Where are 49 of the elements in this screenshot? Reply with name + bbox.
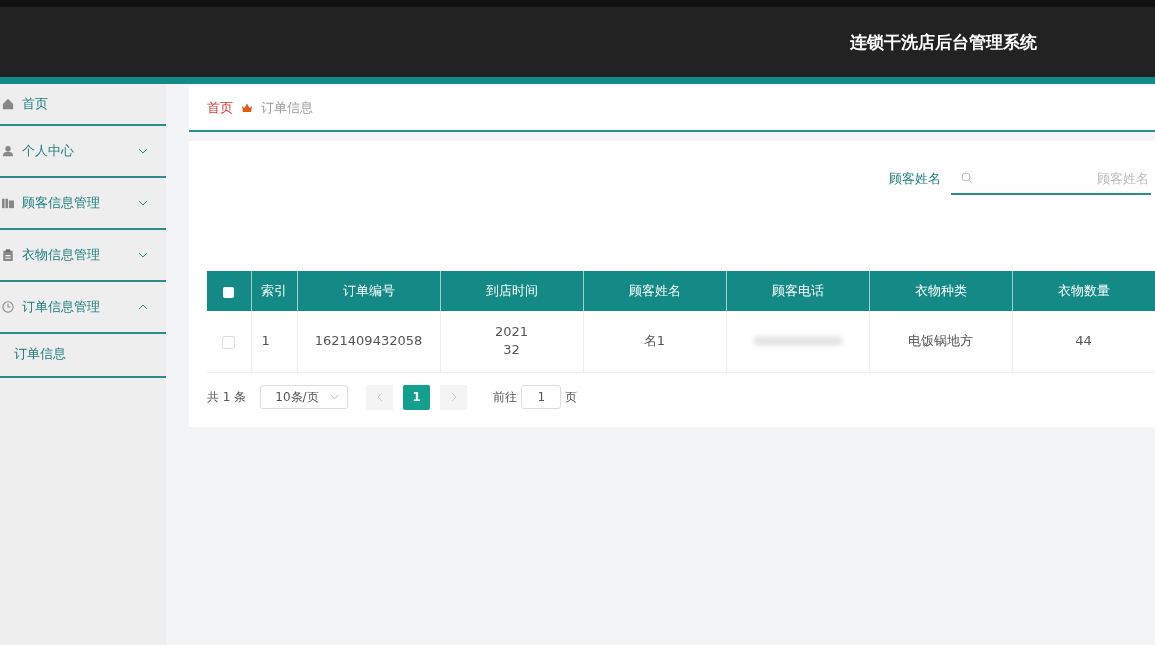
column-header: 索引: [251, 271, 297, 311]
page-number-button[interactable]: 1: [403, 384, 431, 410]
menu-item[interactable]: 个人中心: [0, 126, 166, 178]
menu-label: 个人中心: [22, 142, 75, 160]
user-icon: [2, 145, 14, 157]
column-header: 顾客姓名: [583, 271, 726, 311]
breadcrumb-link[interactable]: 订单信息: [261, 99, 313, 117]
menu-item[interactable]: 衣物信息管理: [0, 230, 166, 282]
search-label: 顾客姓名: [889, 170, 941, 188]
menu-item[interactable]: 订单信息管理: [0, 282, 166, 334]
row-checkbox[interactable]: [222, 335, 236, 349]
menu-label: 衣物信息管理: [22, 246, 101, 264]
crown-icon: [241, 102, 253, 114]
select-all-checkbox[interactable]: [223, 286, 235, 298]
column-header: 衣物种类: [869, 271, 1012, 311]
table-cell: 名1: [643, 332, 666, 351]
table-cell: 44: [1075, 332, 1092, 351]
table-cell: 1: [261, 332, 270, 351]
clock-icon: [2, 301, 14, 313]
column-header: 到店时间: [440, 271, 583, 311]
total-count: 共 1 条: [207, 388, 247, 406]
breadcrumb-link[interactable]: 首页: [207, 99, 233, 117]
books-icon: [2, 197, 14, 209]
search-field[interactable]: 顾客姓名: [951, 163, 1151, 195]
page-input[interactable]: 1: [521, 385, 562, 409]
menu-item[interactable]: 首页: [0, 84, 166, 126]
menu-label: 订单信息管理: [22, 298, 101, 316]
goto-label: 前往: [493, 388, 518, 406]
chevron-right-icon: [450, 392, 457, 402]
next-page-button[interactable]: [440, 384, 468, 410]
search-icon: [961, 172, 973, 184]
search-input[interactable]: 顾客姓名: [973, 169, 1151, 187]
table-cell: 2021 32: [494, 323, 529, 360]
page-suffix: 页: [565, 388, 578, 406]
column-header: 顾客电话: [726, 271, 869, 311]
menu-item[interactable]: 顾客信息管理: [0, 178, 166, 230]
table-cell: 1621409432058: [314, 332, 423, 351]
home-icon: [2, 98, 14, 110]
column-header: 订单编号: [297, 271, 440, 311]
caret-icon: [330, 394, 340, 400]
submenu-item[interactable]: 订单信息: [0, 344, 166, 364]
column-header: 衣物数量: [1012, 271, 1155, 311]
menu-label: 首页: [22, 95, 49, 113]
menu-label: 顾客信息管理: [22, 194, 101, 212]
prev-page-button[interactable]: [366, 384, 394, 410]
app-title: 连锁干洗店后台管理系统: [850, 30, 1037, 54]
chevron-left-icon: [376, 392, 383, 402]
page-size-select[interactable]: 10条/页: [260, 385, 349, 409]
table-cell: 电饭锅地方: [908, 332, 973, 351]
